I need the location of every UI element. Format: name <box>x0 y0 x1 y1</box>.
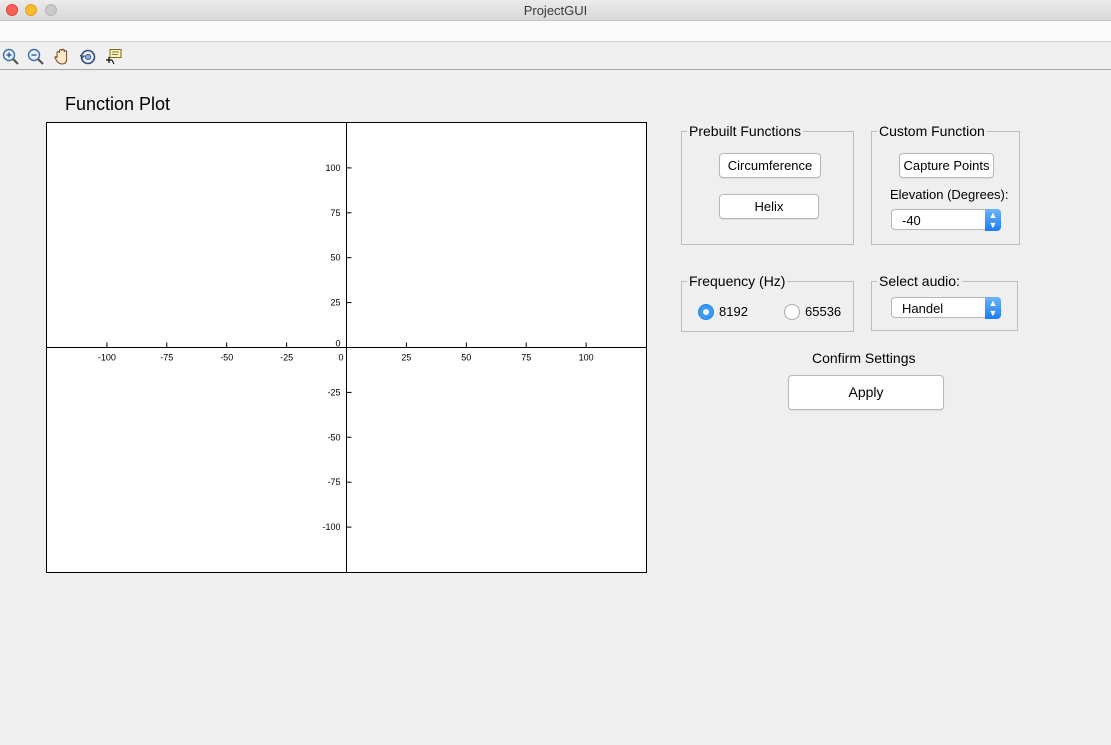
select-audio-title: Select audio: <box>877 273 962 289</box>
menu-strip <box>0 21 1111 42</box>
plot-title: Function Plot <box>65 94 171 114</box>
x-tick-label: -50 <box>220 353 233 363</box>
y-tick-label: -50 <box>327 432 340 442</box>
chevron-updown-icon: ▲ ▼ <box>985 209 1001 231</box>
custom-function-panel: Custom Function Capture Points Elevation… <box>871 123 1020 245</box>
helix-button[interactable]: Helix <box>719 194 819 219</box>
y-tick-label: 50 <box>330 253 340 263</box>
zoom-in-icon[interactable] <box>1 47 21 67</box>
audio-dropdown[interactable]: Handel ▲ ▼ <box>891 297 1001 319</box>
x-tick-label: 50 <box>461 353 471 363</box>
frequency-title: Frequency (Hz) <box>687 273 788 289</box>
apply-button[interactable]: Apply <box>788 375 944 410</box>
x-tick-label: 0 <box>338 353 343 363</box>
plot-axes[interactable]: -100 -75 -50 -25 0 25 50 75 100 100 75 50 25 0 -25 -50 -… <box>46 122 647 573</box>
elevation-label: Elevation (Degrees): <box>890 187 1009 202</box>
zoom-out-icon[interactable] <box>26 47 46 67</box>
frequency-radio-8192[interactable] <box>698 304 714 320</box>
window-title: ProjectGUI <box>523 3 588 18</box>
y-tick-label: -100 <box>322 522 340 532</box>
custom-function-title: Custom Function <box>877 123 987 139</box>
x-tick-label: 25 <box>401 353 411 363</box>
frequency-option-label: 65536 <box>805 304 842 319</box>
capture-points-button[interactable]: Capture Points <box>899 153 994 178</box>
y-tick-label: -25 <box>327 387 340 397</box>
chevron-updown-icon: ▲ ▼ <box>985 297 1001 319</box>
x-tick-label: -100 <box>98 353 116 363</box>
select-audio-panel: Select audio: Handel ▲ ▼ <box>871 273 1018 331</box>
audio-value: Handel <box>902 301 944 316</box>
y-tick-label: 25 <box>330 298 340 308</box>
pan-hand-icon[interactable] <box>52 47 72 67</box>
y-tick-label: 75 <box>330 208 340 218</box>
circumference-button[interactable]: Circumference <box>719 153 821 178</box>
frequency-panel: Frequency (Hz) 8192 65536 <box>681 273 854 332</box>
elevation-dropdown[interactable]: -40 ▲ ▼ <box>891 209 1001 231</box>
y-tick-label: 100 <box>325 163 340 173</box>
x-tick-label: 75 <box>521 353 531 363</box>
window-titlebar: ProjectGUI <box>0 0 1111 21</box>
x-tick-label: -25 <box>280 353 293 363</box>
prebuilt-functions-panel: Prebuilt Functions Circumference Helix <box>681 123 854 245</box>
data-cursor-icon[interactable] <box>104 47 124 67</box>
figure-toolbar <box>0 43 1111 70</box>
y-tick-label: 0 <box>335 339 340 349</box>
prebuilt-functions-title: Prebuilt Functions <box>687 123 804 139</box>
function-plot-chart: -100 -75 -50 -25 0 25 50 75 100 100 75 50 25 0 -25 -50 -… <box>47 123 646 572</box>
confirm-settings-label: Confirm Settings <box>812 350 916 366</box>
x-tick-label: -75 <box>160 353 173 363</box>
rotate-3d-icon[interactable] <box>78 47 98 67</box>
y-tick-label: -75 <box>327 477 340 487</box>
frequency-option-label: 8192 <box>719 304 748 319</box>
frequency-radio-65536[interactable] <box>784 304 800 320</box>
elevation-value: -40 <box>902 213 921 228</box>
x-tick-label: 100 <box>579 353 594 363</box>
